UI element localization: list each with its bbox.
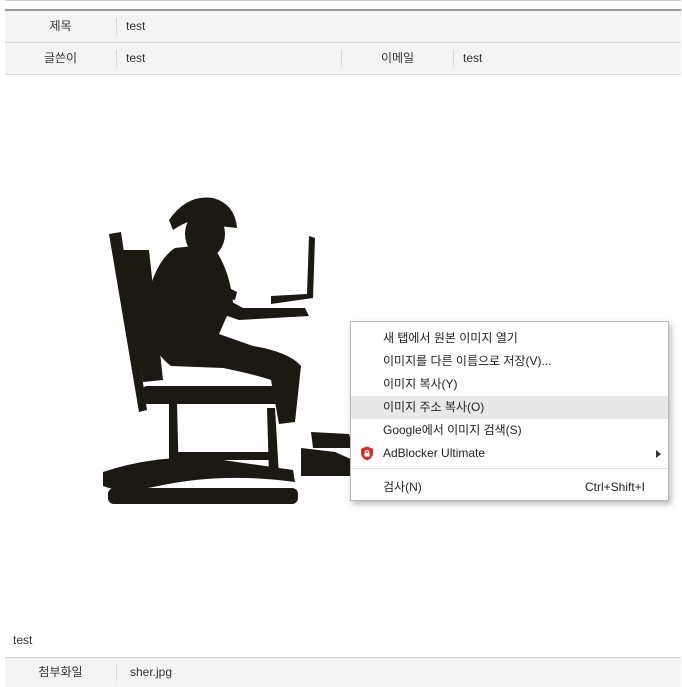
menu-item-save-image-as[interactable]: 이미지를 다른 이름으로 저장(V)... [351,350,668,373]
attachment-label: 첨부화일 [38,665,83,679]
menu-item-copy-image[interactable]: 이미지 복사(Y) [351,373,668,396]
column-divider [116,50,117,67]
shield-icon [361,446,373,461]
post-image[interactable] [103,190,353,504]
menu-item-open-image-new-tab[interactable]: 새 탭에서 원본 이미지 열기 [351,327,668,350]
post-body-text: test [13,633,33,647]
menu-item-label: AdBlocker Ultimate [383,446,486,460]
attachment-link[interactable]: sher.jpg [130,658,172,687]
image-context-menu: 새 탭에서 원본 이미지 열기 이미지를 다른 이름으로 저장(V)... 이미… [350,321,669,501]
menu-item-label: 이미지를 다른 이름으로 저장(V)... [383,354,552,368]
column-divider [116,18,117,35]
column-divider [116,664,117,681]
post-header-table: 제목 test 글쓴이 test 이메일 test [5,9,681,75]
menu-separator [351,468,668,469]
top-divider [5,0,681,1]
column-divider [453,50,454,67]
menu-item-copy-image-address[interactable]: 이미지 주소 복사(O) [351,396,668,419]
menu-item-label: 이미지 주소 복사(O) [383,400,485,414]
sherlock-silhouette-icon [103,197,353,504]
menu-item-label: 새 탭에서 원본 이미지 열기 [383,331,518,345]
author-label: 글쓴이 [43,51,78,65]
title-value: test [126,19,146,33]
menu-item-search-google-image[interactable]: Google에서 이미지 검색(S) [351,419,668,442]
attachment-row: 첨부화일 sher.jpg [5,657,681,687]
title-label: 제목 [49,19,72,33]
submenu-arrow-icon [656,450,661,458]
author-value: test [126,51,146,65]
author-row: 글쓴이 test 이메일 test [5,43,681,75]
menu-item-adblocker-ultimate[interactable]: AdBlocker Ultimate [351,442,668,465]
title-row: 제목 test [5,11,681,43]
menu-item-inspect[interactable]: 검사(N) Ctrl+Shift+I [351,476,668,499]
menu-item-label: Google에서 이미지 검색(S) [383,423,522,437]
email-value: test [463,51,483,65]
menu-item-shortcut: Ctrl+Shift+I [584,480,645,494]
menu-item-label: 검사(N) [383,480,422,494]
email-label: 이메일 [380,51,415,65]
menu-item-label: 이미지 복사(Y) [383,377,458,391]
